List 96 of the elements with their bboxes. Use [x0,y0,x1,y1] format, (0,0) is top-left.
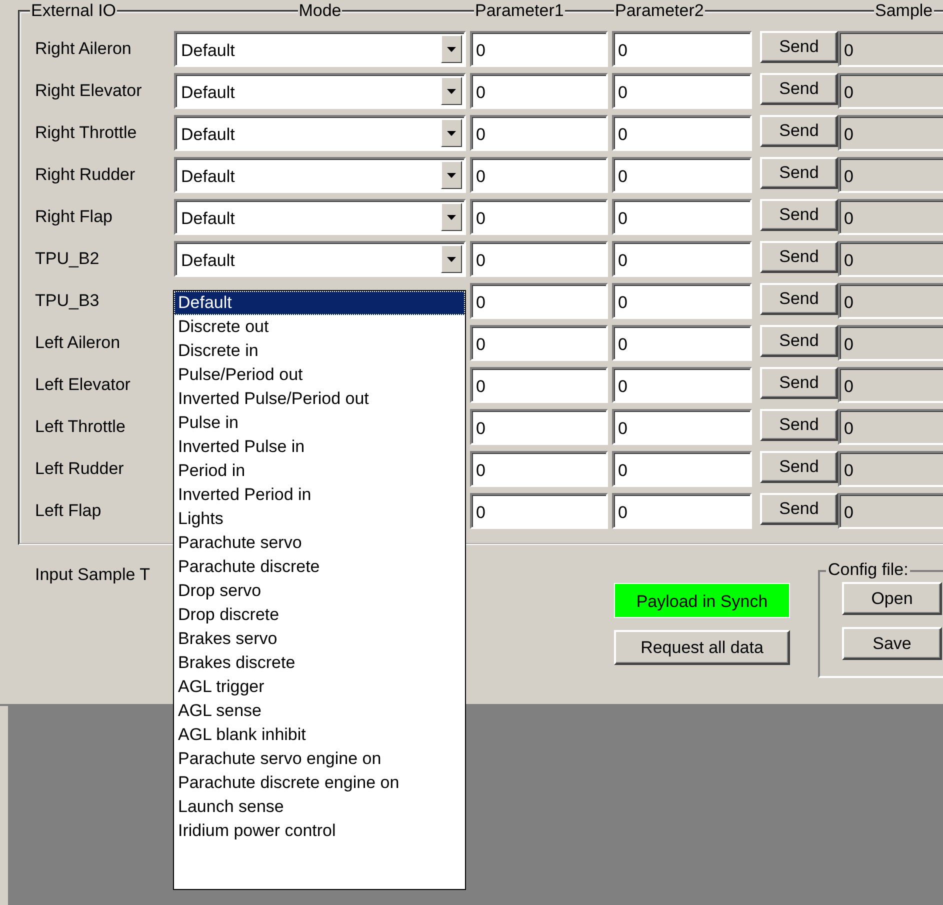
mode-dropdown[interactable]: Default [174,31,466,67]
dropdown-option[interactable]: Launch sense [174,795,465,819]
dropdown-option[interactable]: Inverted Period in [174,483,465,507]
row-label: Right Elevator [35,81,143,101]
sample-field[interactable]: 0 [838,241,943,277]
sample-field[interactable]: 0 [838,73,943,109]
config-button[interactable]: Open [842,582,942,615]
sample-field[interactable]: 0 [838,199,943,235]
dropdown-option[interactable]: Parachute discrete [174,555,465,579]
parameter2-field[interactable]: 0 [612,73,752,109]
parameter1-field[interactable]: 0 [470,241,608,277]
parameter1-field[interactable]: 0 [470,73,608,109]
parameter1-field[interactable]: 0 [470,325,608,361]
send-button[interactable]: Send [760,115,838,147]
send-button[interactable]: Send [760,493,838,525]
dropdown-option[interactable]: Period in [174,459,465,483]
send-button[interactable]: Send [760,199,838,231]
row-label: Right Aileron [35,39,132,59]
dropdown-option[interactable]: Drop discrete [174,603,465,627]
parameter1-field[interactable]: 0 [470,199,608,235]
dropdown-option[interactable]: Inverted Pulse/Period out [174,387,465,411]
parameter2-field[interactable]: 0 [612,157,752,193]
column-header: Sample [874,1,934,21]
sample-field[interactable]: 0 [838,157,943,193]
parameter1-field[interactable]: 0 [470,409,608,445]
row-label: TPU_B2 [35,249,100,269]
sample-field[interactable]: 0 [838,493,943,529]
parameter2-field[interactable]: 0 [612,199,752,235]
parameter1-field[interactable]: 0 [470,157,608,193]
row-label: Right Flap [35,207,114,227]
parameter2-field[interactable]: 0 [612,115,752,151]
send-button[interactable]: Send [760,31,838,63]
parameter1-field[interactable]: 0 [470,283,608,319]
sample-field[interactable]: 0 [838,451,943,487]
dropdown-option[interactable]: Parachute servo engine on [174,747,465,771]
mode-dropdown[interactable]: Default [174,115,466,151]
parameter2-field[interactable]: 0 [612,367,752,403]
dropdown-option[interactable]: Pulse in [174,411,465,435]
dropdown-option[interactable]: Brakes servo [174,627,465,651]
parameter1-field[interactable]: 0 [470,115,608,151]
parameter1-field[interactable]: 0 [470,31,608,67]
row-label: TPU_B3 [35,291,100,311]
parameter2-field[interactable]: 0 [612,325,752,361]
sample-field[interactable]: 0 [838,31,943,67]
parameter2-field[interactable]: 0 [612,241,752,277]
mode-dropdown[interactable]: Default [174,73,466,109]
request-data-button[interactable]: Request all data [614,630,790,665]
dropdown-option[interactable]: Default [174,291,465,315]
parameter1-field[interactable]: 0 [470,451,608,487]
input-sample-label: Input Sample T [35,565,150,586]
row-label: Left Aileron [35,333,122,353]
send-button[interactable]: Send [760,409,838,441]
sample-field[interactable]: 0 [838,409,943,445]
dropdown-option[interactable]: Lights [174,507,465,531]
row-label: Left Throttle [35,417,126,437]
mode-dropdown[interactable]: Default [174,199,466,235]
parameter2-field[interactable]: 0 [612,31,752,67]
dropdown-option[interactable]: Discrete in [174,339,465,363]
sample-field[interactable]: 0 [838,115,943,151]
send-button[interactable]: Send [760,367,838,399]
send-button[interactable]: Send [760,73,838,105]
mode-dropdown[interactable]: Default [174,157,466,193]
send-button[interactable]: Send [760,241,838,273]
row-label: Left Elevator [35,375,132,395]
dropdown-option[interactable]: Parachute discrete engine on [174,771,465,795]
dropdown-option[interactable]: Iridium power control [174,819,465,843]
sample-field[interactable]: 0 [838,283,943,319]
parameter2-field[interactable]: 0 [612,451,752,487]
dropdown-option[interactable]: Discrete out [174,315,465,339]
sample-field[interactable]: 0 [838,367,943,403]
dropdown-option[interactable]: Drop servo [174,579,465,603]
dropdown-option[interactable]: Pulse/Period out [174,363,465,387]
row-label: Left Rudder [35,459,125,479]
send-button[interactable]: Send [760,157,838,189]
dropdown-option[interactable]: AGL trigger [174,675,465,699]
dropdown-option[interactable]: AGL sense [174,699,465,723]
parameter2-field[interactable]: 0 [612,409,752,445]
send-button[interactable]: Send [760,283,838,315]
send-button[interactable]: Send [760,451,838,483]
parameter1-field[interactable]: 0 [470,493,608,529]
dropdown-option[interactable]: Parachute servo [174,531,465,555]
sample-field[interactable]: 0 [838,325,943,361]
send-button[interactable]: Send [760,325,838,357]
parameter1-field[interactable]: 0 [470,367,608,403]
row-label: Left Flap [35,501,102,521]
dropdown-option[interactable]: Inverted Pulse in [174,435,465,459]
parameter2-field[interactable]: 0 [612,493,752,529]
config-button[interactable]: Save [842,627,942,660]
config-group-title: Config file: [826,560,910,580]
row-label: Right Throttle [35,123,138,143]
dropdown-option[interactable]: Brakes discrete [174,651,465,675]
mode-dropdown[interactable]: Default [174,241,466,277]
dropdown-option[interactable]: AGL blank inhibit [174,723,465,747]
status-indicator: Payload in Synch [614,583,790,618]
parameter2-field[interactable]: 0 [612,283,752,319]
row-label: Right Rudder [35,165,136,185]
